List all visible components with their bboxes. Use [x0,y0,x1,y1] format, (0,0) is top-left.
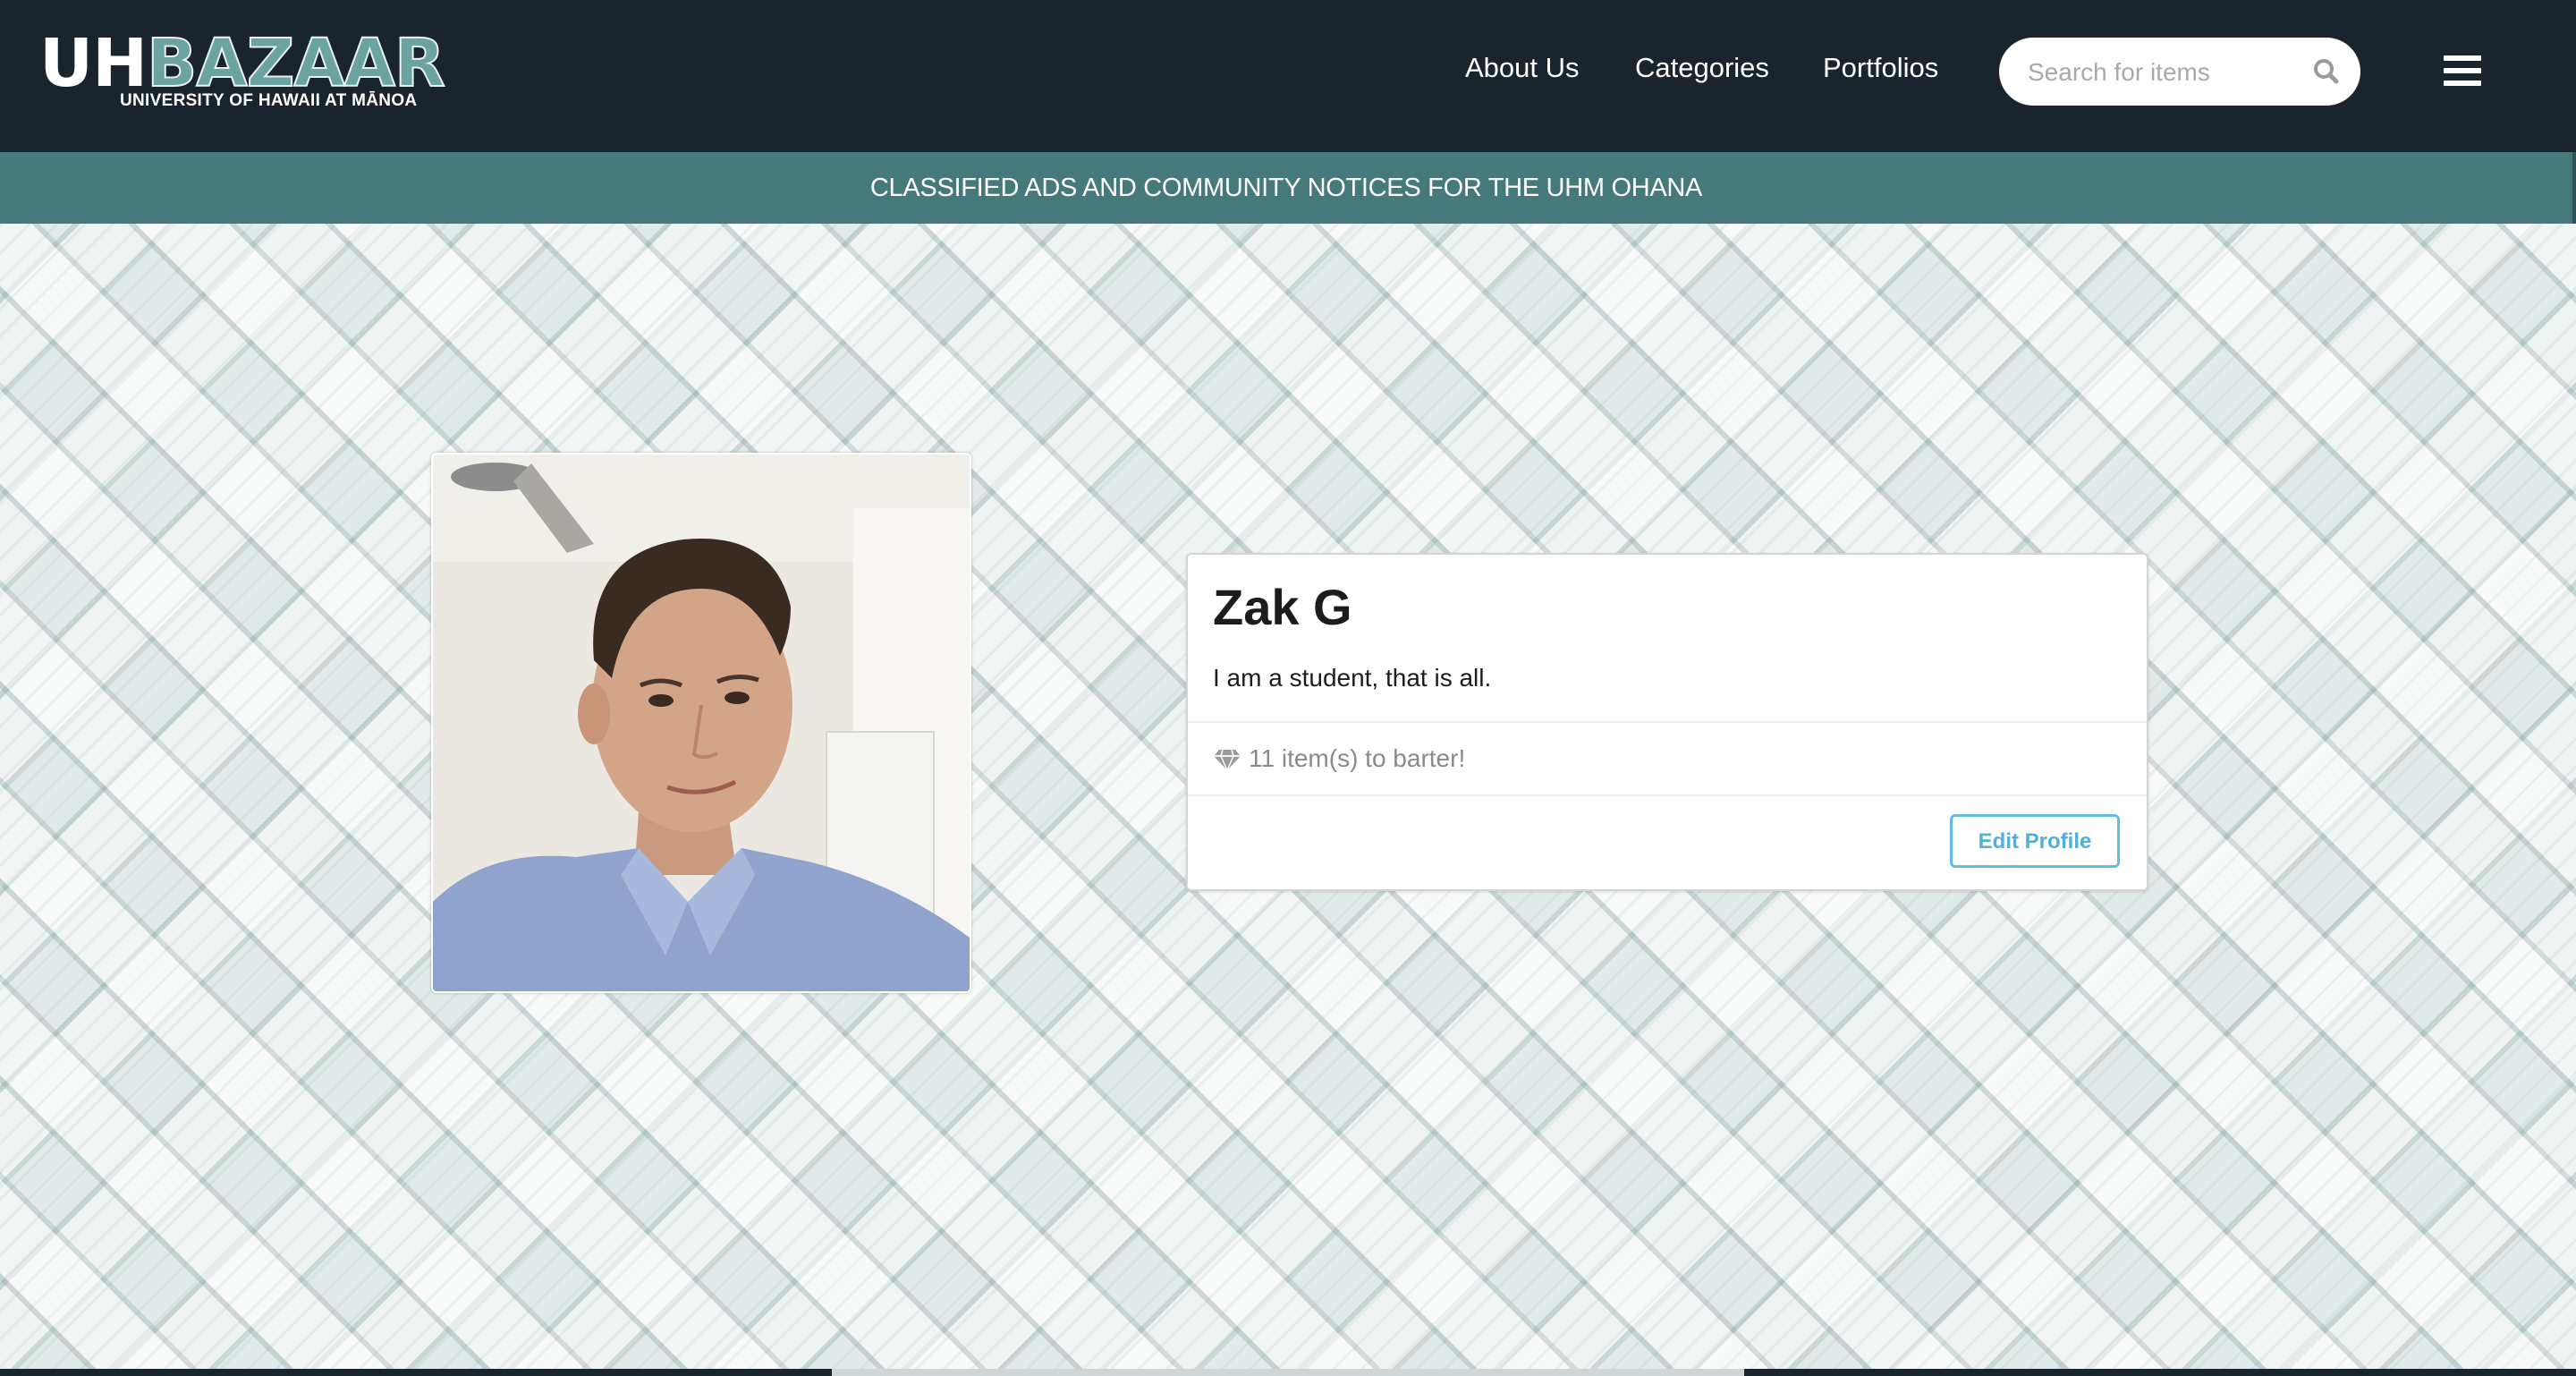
horizontal-scrollbar[interactable] [832,1369,1744,1376]
logo-wordmark: UHBAZAAR [39,30,446,98]
barter-count-text: 11 item(s) to barter! [1249,744,1466,772]
card-divider [1188,721,2147,723]
hamburger-menu-icon[interactable] [2444,52,2481,89]
top-navbar: UHBAZAAR UNIVERSITY OF HAWAII AT MĀNOA A… [0,0,2576,152]
nav-categories[interactable]: Categories [1635,50,1769,86]
uh-bazaar-logo[interactable]: UHBAZAAR UNIVERSITY OF HAWAII AT MĀNOA [39,30,446,115]
menu-bar-top [2444,55,2481,61]
card-divider [1188,794,2147,796]
profile-card: Zak G I am a student, that is all. 11 it… [1186,553,2148,891]
site-banner: CLASSIFIED ADS AND COMMUNITY NOTICES FOR… [0,152,2576,224]
diamond-icon [1213,744,1241,773]
search-input[interactable] [2026,50,2298,95]
edit-profile-button[interactable]: Edit Profile [1950,814,2120,868]
search-box [1999,38,2360,106]
barter-count: 11 item(s) to barter! [1213,743,1465,775]
menu-bar-bottom [2444,81,2481,86]
profile-bio: I am a student, that is all. [1213,664,1492,692]
profile-name: Zak G [1213,579,1352,635]
menu-bar-middle [2444,68,2481,73]
logo-subtitle: UNIVERSITY OF HAWAII AT MĀNOA [120,91,418,110]
search-icon[interactable] [2310,55,2343,88]
profile-photo [431,453,971,993]
nav-portfolios[interactable]: Portfolios [1823,50,1938,86]
nav-about-us[interactable]: About Us [1465,50,1580,86]
